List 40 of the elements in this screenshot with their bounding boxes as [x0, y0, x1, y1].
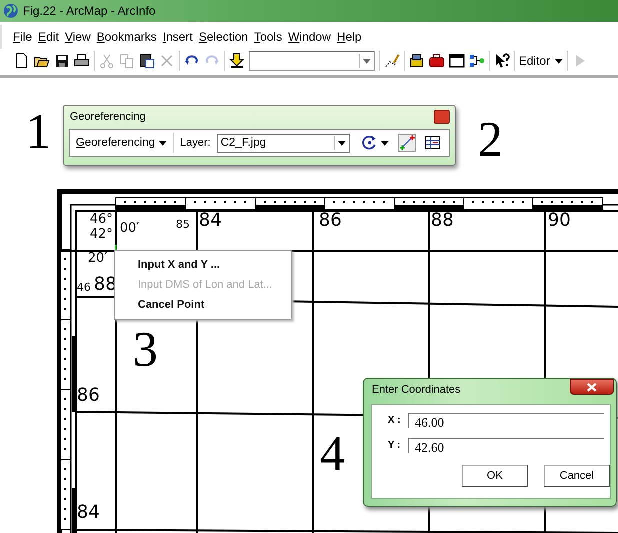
- dialog-title: Enter Coordinates: [372, 384, 461, 396]
- grid-label: 46°: [90, 213, 114, 226]
- grid-label: 90: [548, 212, 571, 230]
- grid-label: 85: [176, 219, 190, 230]
- window-title: Fig.22 - ArcMap - ArcInfo: [23, 4, 156, 18]
- input-field[interactable]: 46.00: [408, 413, 604, 428]
- georeferencing-menu[interactable]: Georeferencing: [76, 133, 174, 153]
- grid-label: 20′: [88, 252, 108, 265]
- menu-item[interactable]: Help: [334, 28, 365, 46]
- menu-item[interactable]: Selection: [196, 28, 252, 46]
- menu-item[interactable]: Bookmarks: [94, 28, 160, 46]
- field-label: X :: [388, 415, 402, 426]
- menu-item[interactable]: Edit: [35, 28, 62, 46]
- menu-item[interactable]: Tools: [251, 28, 286, 46]
- layer-label: Layer:: [180, 137, 211, 149]
- toolbar-title: Georeferencing: [70, 111, 146, 123]
- dialog-button[interactable]: OK: [462, 465, 528, 487]
- grid-label: 84: [199, 212, 222, 230]
- input-field[interactable]: 42.60: [408, 438, 604, 453]
- layer-combo[interactable]: C2_F.jpg: [216, 134, 350, 152]
- grid-label: 46: [77, 282, 91, 293]
- grid-label: 88: [431, 212, 454, 230]
- grid-label: 00′: [120, 222, 140, 235]
- menu-item[interactable]: View: [62, 28, 94, 46]
- menu-item[interactable]: Cancel Point: [115, 295, 291, 315]
- step-number: 1: [26, 106, 51, 156]
- menu-item[interactable]: Insert: [160, 28, 196, 46]
- field-label: Y :: [388, 440, 402, 451]
- step-number: 4: [320, 428, 345, 478]
- menu-item[interactable]: Window: [285, 28, 334, 46]
- dialog-button[interactable]: Cancel: [544, 465, 610, 487]
- editor-menu-button[interactable]: Editor: [519, 54, 564, 68]
- step-number: 3: [133, 324, 158, 374]
- menu-item[interactable]: File: [10, 28, 36, 46]
- grid-label: 86: [77, 387, 100, 405]
- step-number: 2: [478, 114, 503, 164]
- grid-label: 42°: [90, 228, 114, 241]
- grid-label: 84: [77, 504, 100, 522]
- menu-item[interactable]: Input X and Y ...: [115, 255, 291, 275]
- grid-label: 86: [319, 212, 342, 230]
